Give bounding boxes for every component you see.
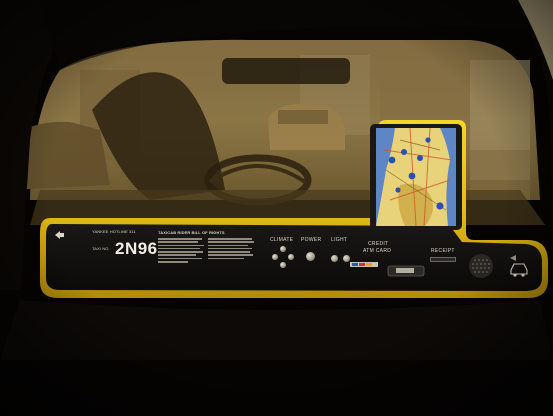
hotline-text: YANKEE HOTLINE 311 <box>92 229 136 234</box>
power-label: POWER <box>301 237 322 243</box>
climate-dpad[interactable] <box>272 246 294 268</box>
climate-down-button[interactable] <box>280 262 286 268</box>
climate-right-button[interactable] <box>288 254 294 260</box>
rights-title: TAXICAB RIDER BILL OF RIGHTS <box>158 230 225 235</box>
taxi-number: 2N96 <box>115 239 158 258</box>
rights-text-block-left <box>158 238 204 264</box>
power-button[interactable] <box>306 252 315 261</box>
taxi-interior-illustration <box>0 0 553 416</box>
atm-card-label: ATM CARD <box>363 248 392 254</box>
light-label: LIGHT <box>331 237 348 243</box>
light-bright-button[interactable] <box>343 255 350 262</box>
credit-label: CREDIT <box>368 241 389 247</box>
climate-left-button[interactable] <box>272 254 278 260</box>
taxi-no-label: TAXI NO. <box>92 246 110 251</box>
climate-label: CLIMATE <box>270 237 294 243</box>
light-dim-button[interactable] <box>331 255 338 262</box>
taxi-interior-photo: YANKEE HOTLINE 311 TAXI NO. 2N96 TAXICAB… <box>0 0 553 416</box>
climate-up-button[interactable] <box>280 246 286 252</box>
receipt-label: RECEIPT <box>431 248 455 254</box>
rights-text-block-right <box>208 238 254 261</box>
receipt-slot[interactable] <box>430 257 456 262</box>
